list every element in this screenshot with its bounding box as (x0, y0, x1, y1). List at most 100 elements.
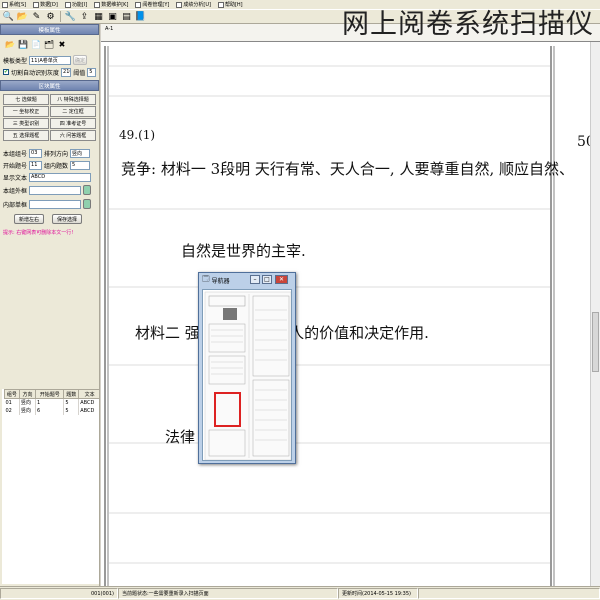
display-text-select[interactable]: ABCD (29, 172, 92, 182)
layers-icon[interactable]: 🗂 (44, 39, 54, 50)
menu-grading-icon (135, 1, 142, 8)
threshold-label: 阈值 (73, 69, 86, 77)
toolbar-separator (60, 11, 61, 22)
inner-box-field[interactable] (29, 199, 82, 209)
document-icon[interactable]: 📄 (31, 39, 41, 50)
menu-help-icon (217, 1, 224, 8)
block-button-exam-number[interactable]: 四 准考证号 (50, 118, 96, 129)
block-button-type-recognition[interactable]: 三 类型识别 (3, 118, 49, 129)
col-start-no[interactable]: 开始题号 (35, 389, 65, 399)
block-button-optional[interactable]: 七 选做题 (3, 94, 49, 105)
menu-system-icon (2, 1, 8, 8)
threshold-field[interactable]: 5 (87, 67, 96, 77)
count-select[interactable]: 5 (70, 160, 91, 170)
menu-maintenance-icon (94, 1, 101, 8)
book-icon[interactable]: 📘 (134, 10, 147, 23)
template-props-header: 模板属性 (0, 24, 99, 35)
block-button-coord-correction[interactable]: 一 坐标校正 (3, 106, 49, 117)
inner-box-pick-button[interactable] (83, 199, 92, 209)
status-message: 当前题状态:一些需要重新录入扫描页面 (118, 588, 338, 599)
start-no-label: 开始题号 (3, 162, 28, 170)
col-group-no[interactable]: 组号 (4, 389, 20, 399)
menu-analysis-icon (176, 1, 183, 8)
menu-analysis[interactable]: 成绩分析[U] (176, 1, 211, 8)
close-button[interactable]: ✕ (275, 275, 288, 284)
start-no-field[interactable]: 11 (29, 160, 43, 170)
save-selection-button[interactable]: 保存选择 (52, 214, 82, 224)
block-button-locator[interactable]: 二 定位框 (50, 106, 96, 117)
col-text[interactable]: 文本 (78, 389, 99, 399)
inner-box-row: 内部单框 (0, 197, 99, 211)
outer-box-pick-button[interactable] (83, 185, 92, 195)
open-folder-icon[interactable]: 📂 (5, 39, 15, 50)
navigator-thumbnail[interactable] (202, 289, 292, 461)
wrench-icon[interactable]: 🔧 (64, 10, 77, 23)
menu-maintenance[interactable]: 数据维护[K] (94, 1, 128, 8)
action-row: 新增左右 保存选择 (0, 211, 99, 227)
table-cell: ABCD (78, 406, 99, 415)
scan-icon[interactable]: 🔍 (2, 10, 15, 23)
outer-box-field[interactable] (29, 185, 82, 195)
answer-sheet-lines (104, 46, 555, 586)
group-no-label: 本组组号 (3, 150, 28, 158)
answer-line-2: 自然是世界的主宰. (181, 242, 306, 260)
table-cell: 02 (4, 406, 20, 415)
status-extra (418, 588, 600, 599)
template-type-label: 模板类型 (3, 57, 28, 65)
vertical-scrollbar[interactable] (590, 42, 600, 586)
auto-gray-checkbox[interactable]: ✔ (3, 69, 9, 75)
menu-function[interactable]: 功能[I] (64, 1, 87, 8)
start-no-row: 开始题号 11 组内题数 5 (0, 159, 99, 171)
maximize-button[interactable]: □ (262, 275, 272, 284)
menu-data-icon (33, 1, 40, 8)
table-cell: 6 (35, 406, 65, 415)
table-cell: 5 (63, 398, 80, 407)
table-row[interactable]: 02 竖向 6 5 ABCD (4, 406, 99, 415)
col-direction[interactable]: 方向 (18, 389, 37, 399)
menu-help[interactable]: 帮助[H] (217, 1, 243, 8)
grid-icon[interactable]: ▦ (92, 10, 105, 23)
group-table-header-row: 组号 方向 开始题号 题数 文本 (4, 389, 99, 399)
group-table-area: 组号 方向 开始题号 题数 文本 01 竖向 1 5 ABCD 02 竖向 6 … (2, 389, 99, 584)
display-text-row: 显示文本 ABCD (0, 171, 99, 183)
confirm-button[interactable]: 确定 (73, 55, 88, 65)
delete-icon[interactable]: ✖ (57, 39, 67, 50)
question-number: 49.(1) (119, 128, 156, 142)
export-icon[interactable]: ⇪ (78, 10, 91, 23)
template-type-select[interactable]: 11)A卷单页 (29, 55, 72, 65)
viewport-highlight-box[interactable] (214, 392, 241, 427)
outer-box-row: 本组外框 (0, 183, 99, 197)
menu-help-label: 帮助[H] (224, 2, 243, 8)
navigator-app-icon: 🗔 (202, 275, 210, 283)
left-panel: 模板属性 📂 💾 📄 🗂 ✖ 模板类型 11)A卷单页 确定 ✔ 切割自动识别灰… (0, 24, 100, 586)
table-cell: 1 (35, 398, 65, 407)
block-button-special-choice[interactable]: 八 特殊选择题 (50, 94, 96, 105)
menu-system[interactable]: 系统[S] (2, 1, 26, 8)
direction-label: 排列方向 (44, 150, 69, 158)
pencil-icon[interactable]: ✎ (30, 10, 43, 23)
gray-value-field[interactable]: 210 (61, 67, 72, 77)
table-cell: 01 (4, 398, 20, 407)
navigator-title: 导航器 (211, 278, 230, 285)
window-icon[interactable]: ▣ (106, 10, 119, 23)
page-thumbnail (204, 291, 291, 460)
block-button-essay-box[interactable]: 六 问答题框 (50, 130, 96, 141)
table-row[interactable]: 01 竖向 1 5 ABCD (4, 398, 99, 407)
block-type-buttons: 七 选做题 八 特殊选择题 一 坐标校正 二 定位框 三 类型识别 四 准考证号… (0, 91, 99, 144)
document-view[interactable]: A-1 49.(1) 竞争: 材料一 3段明 天行有常、天人合一, 人要尊重自然… (101, 24, 600, 586)
block-button-choice-box[interactable]: 五 选择题框 (3, 130, 49, 141)
minimize-button[interactable]: – (250, 275, 260, 284)
settings-icon[interactable]: ⚙ (44, 10, 57, 23)
navigator-window[interactable]: 🗔 导航器 – □ ✕ (198, 272, 296, 464)
col-count[interactable]: 题数 (63, 389, 80, 399)
add-group-button[interactable]: 新增左右 (14, 214, 44, 224)
menu-data[interactable]: 数据[D] (33, 1, 58, 8)
list-icon[interactable]: ▤ (120, 10, 133, 23)
group-no-field[interactable]: 03 (29, 148, 43, 158)
direction-select[interactable]: 竖向 (70, 148, 91, 158)
display-text-label: 显示文本 (3, 174, 28, 182)
open-folder-icon[interactable]: 📂 (16, 10, 29, 23)
save-icon[interactable]: 💾 (18, 39, 28, 50)
scrollbar-thumb[interactable] (592, 312, 599, 372)
menu-grading[interactable]: 阅卷管理[Y] (135, 1, 169, 8)
